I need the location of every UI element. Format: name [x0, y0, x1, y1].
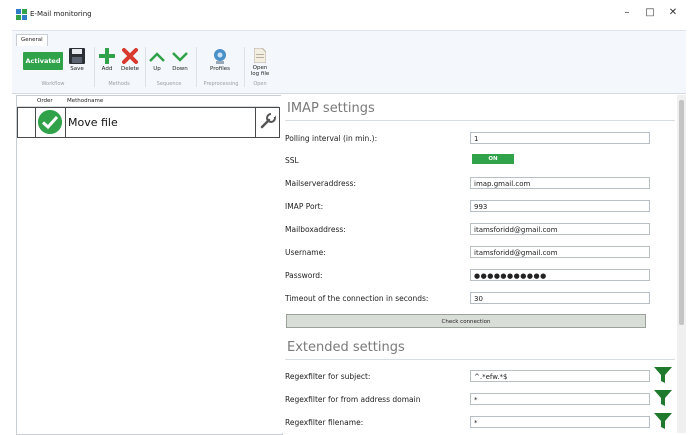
up-label: Up — [153, 66, 161, 72]
password-label: Password: — [285, 271, 323, 280]
subject-filter-label: Regexfilter for subject: — [285, 372, 371, 381]
password-input[interactable]: ●●●●●●●●●●● — [470, 269, 650, 281]
filter-funnel-icon[interactable] — [653, 388, 673, 408]
plus-icon — [99, 48, 115, 64]
ssl-label: SSL — [285, 156, 299, 165]
imap-port-input[interactable]: 993 — [470, 200, 650, 212]
chevron-up-icon — [149, 52, 165, 62]
title-bar: E-Mail monitoring – □ ✕ — [0, 0, 692, 28]
subject-filter-input[interactable]: ^.*efw.*$ — [470, 370, 650, 382]
column-methodname[interactable]: Methodname — [67, 98, 103, 104]
filename-filter-label: Regexfilter filename: — [285, 418, 364, 427]
tab-general[interactable]: General — [16, 34, 48, 46]
check-connection-button[interactable]: Check connection — [286, 314, 646, 328]
ssl-toggle[interactable]: ON — [472, 154, 514, 164]
methods-list-panel — [16, 95, 283, 435]
group-separator — [94, 47, 95, 87]
timeout-label: Timeout of the connection in seconds: — [285, 294, 429, 303]
group-label-open: Open — [253, 81, 267, 87]
activated-button[interactable]: Activated — [23, 52, 63, 70]
group-separator — [196, 47, 197, 87]
filename-filter-input[interactable]: * — [470, 416, 650, 428]
window-title: E-Mail monitoring — [30, 10, 92, 18]
down-label: Down — [172, 66, 188, 72]
polling-interval-input[interactable]: 1 — [470, 132, 650, 144]
row-divider — [65, 108, 66, 137]
domain-filter-label: Regexfilter for from address domain — [285, 395, 421, 404]
filter-funnel-icon[interactable] — [653, 365, 673, 385]
filter-funnel-icon[interactable] — [653, 411, 673, 431]
mailserver-input[interactable]: imap.gmail.com — [470, 177, 650, 189]
scrollbar-thumb[interactable] — [679, 100, 684, 325]
check-circle-icon — [38, 110, 62, 134]
delete-label: Delete — [120, 66, 140, 72]
imap-port-label: IMAP Port: — [285, 202, 324, 211]
group-label-preprocessing: Preprocessing — [203, 81, 239, 87]
timeout-input[interactable]: 30 — [470, 292, 650, 304]
group-separator — [244, 47, 245, 87]
delete-x-icon — [122, 48, 138, 64]
row-divider — [35, 108, 36, 137]
open-log-label-2: log file — [250, 71, 270, 77]
profiles-gear-icon — [214, 49, 226, 64]
document-icon — [254, 48, 266, 63]
extended-settings-heading: Extended settings — [287, 340, 405, 355]
heading-divider — [285, 120, 675, 121]
minimize-button[interactable]: – — [617, 5, 637, 21]
mailbox-input[interactable]: itamsforidd@gmail.com — [470, 223, 650, 235]
username-input[interactable]: itamsforidd@gmail.com — [470, 246, 650, 258]
group-separator — [145, 47, 146, 87]
domain-filter-input[interactable]: * — [470, 393, 650, 405]
method-name: Move file — [68, 116, 118, 129]
app-window: E-Mail monitoring – □ ✕ General Activate… — [0, 0, 692, 435]
group-label-sequence: Sequence — [156, 81, 182, 87]
save-icon — [69, 48, 85, 64]
chevron-down-icon — [172, 52, 188, 62]
mailbox-label: Mailboxaddress: — [285, 225, 346, 234]
group-label-workflow: Workflow — [41, 81, 65, 87]
mailserver-label: Mailserveraddress: — [285, 179, 356, 188]
maximize-button[interactable]: □ — [640, 5, 660, 21]
group-label-methods: Methods — [108, 81, 130, 87]
app-grid-icon — [16, 9, 27, 20]
column-order[interactable]: Order — [37, 98, 53, 104]
polling-label: Polling interval (in min.): — [285, 134, 378, 143]
profiles-label: Profiles — [210, 66, 230, 72]
wrench-icon[interactable] — [259, 112, 277, 130]
heading-divider — [285, 359, 675, 360]
add-label: Add — [101, 66, 113, 72]
close-button[interactable]: ✕ — [663, 5, 683, 21]
username-label: Username: — [285, 248, 326, 257]
methods-list-header: Order Methodname — [16, 97, 279, 107]
row-divider — [255, 108, 256, 137]
imap-settings-heading: IMAP settings — [287, 101, 375, 116]
save-label: Save — [70, 66, 84, 72]
